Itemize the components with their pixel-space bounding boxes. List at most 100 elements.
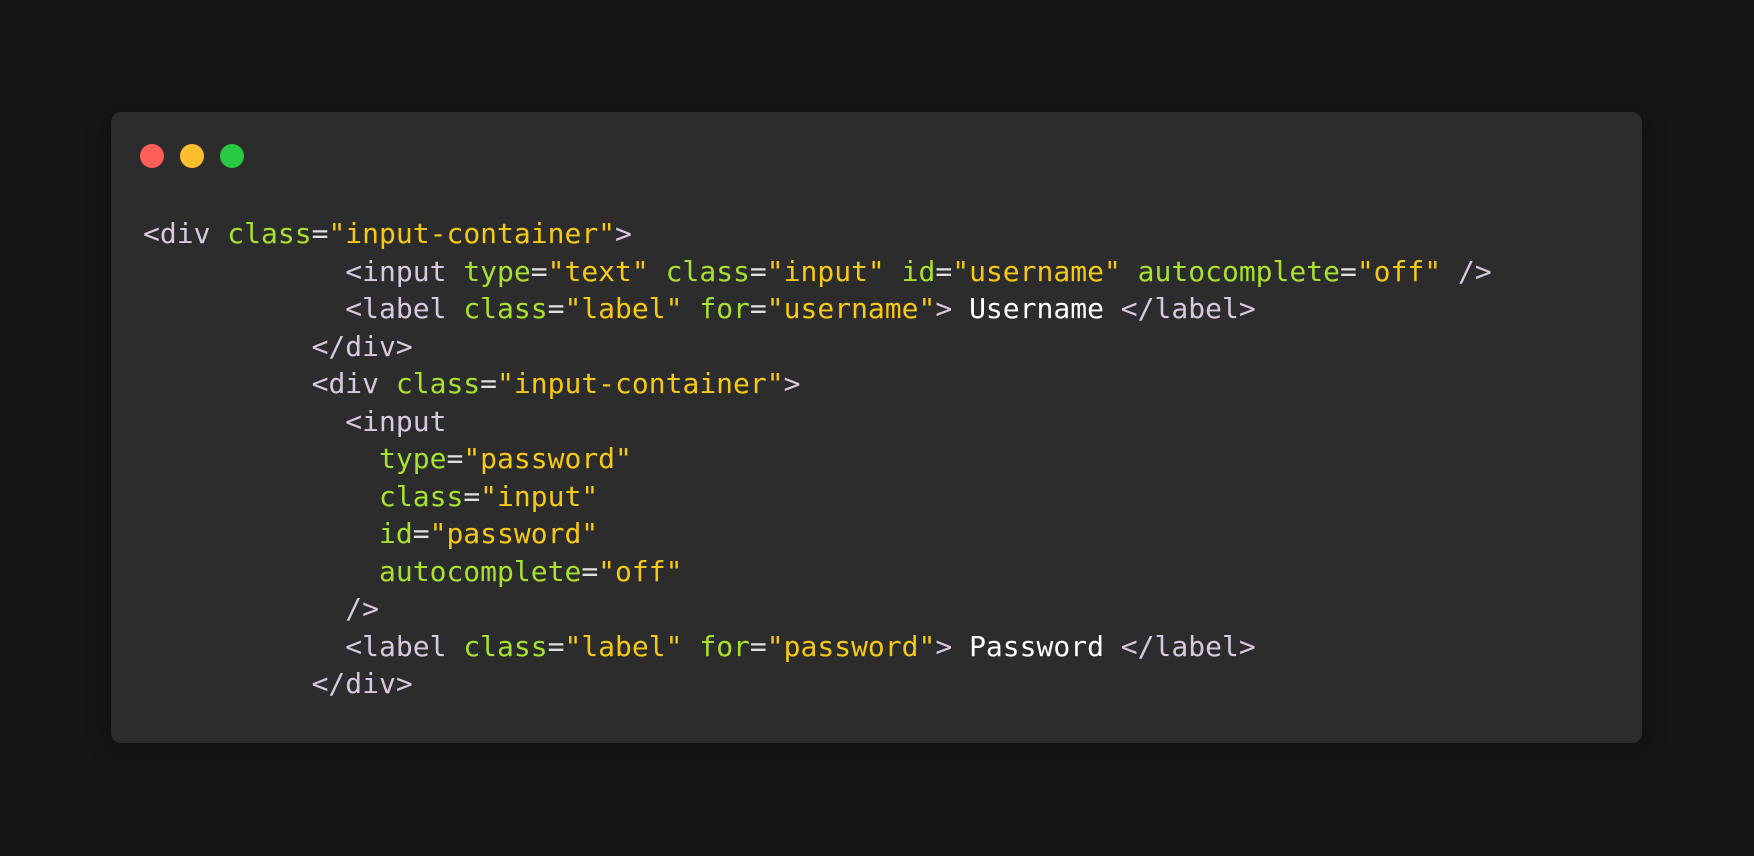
code-punctuation: < [311,367,329,400]
code-attribute: for [699,292,750,325]
code-string: "input" [766,254,885,288]
code-punctuation: </ [1120,629,1155,663]
maximize-button[interactable] [220,144,244,168]
code-punctuation: > [395,667,413,700]
code-tag-name: div [345,667,396,700]
code-string: "off" [1356,254,1442,288]
code-line: <input [143,403,1492,441]
close-button[interactable] [140,144,164,168]
code-tag-name: div [345,329,396,363]
code-punctuation: > [935,629,953,663]
code-punctuation: > [1238,292,1256,325]
code-line: </div> [143,665,1492,703]
code-punctuation: > [1238,629,1256,663]
code-line: <label class="label" for="username"> Use… [143,290,1492,328]
code-text: Password [952,629,1121,663]
code-string: "off" [598,554,683,588]
code-window: <div class="input-container"> <input typ… [111,112,1642,743]
code-tag-name: label [362,292,447,325]
code-punctuation: /> [345,592,380,625]
minimize-button[interactable] [180,144,204,168]
code-attribute: for [699,629,750,663]
code-equals: = [581,554,599,588]
code-punctuation: > [783,367,801,400]
code-equals: = [446,442,464,475]
code-attribute: class [463,292,548,325]
code-line: <label class="label" for="password"> Pas… [143,628,1492,666]
code-tag-name: input [362,254,447,288]
code-line: <div class="input-container"> [143,365,1492,403]
code-line: <input type="text" class="input" id="use… [143,253,1492,291]
code-string: "input-container" [328,217,616,250]
code-attribute: id [379,517,413,550]
code-string: "username" [952,254,1121,288]
code-tag-name: div [159,217,211,250]
code-equals: = [749,292,767,325]
code-punctuation: </ [1120,292,1155,325]
code-string: "input" [480,479,599,513]
code-equals: = [547,629,565,663]
code-punctuation: </ [311,329,346,363]
code-attribute: class [227,217,312,250]
code-equals: = [311,217,329,250]
code-equals: = [547,292,565,325]
code-punctuation: /> [1457,254,1492,288]
code-string: "label" [564,629,683,663]
code-tag-name: label [1154,629,1239,663]
code-line: <div class="input-container"> [143,215,1492,253]
code-equals: = [530,254,548,288]
code-attribute: class [395,367,481,400]
code-string: "text" [547,254,649,288]
code-line: /> [143,590,1492,628]
code-equals: = [1339,254,1357,288]
code-attribute: type [463,254,531,288]
code-line: class="input" [143,478,1492,516]
code-string: "label" [564,292,683,325]
code-tag-name: label [1154,292,1239,325]
code-punctuation: > [395,329,413,363]
code-line: autocomplete="off" [143,553,1492,591]
code-punctuation: < [345,629,363,663]
code-punctuation: </ [311,667,346,700]
code-tag-name: input [362,404,447,438]
code-string: "input-container" [497,367,784,400]
code-line: type="password" [143,440,1492,478]
code-equals: = [412,517,430,550]
code-equals: = [749,629,767,663]
code-line: id="password" [143,515,1492,553]
code-punctuation: > [935,292,953,325]
code-block: <div class="input-container"> <input typ… [143,215,1492,703]
code-attribute: autocomplete [379,554,582,588]
code-punctuation: > [615,217,632,250]
code-tag-name: div [328,367,380,400]
code-equals: = [749,254,767,288]
code-equals: = [463,479,481,513]
code-punctuation: < [345,292,363,325]
code-string: "password" [463,442,632,475]
code-string: "password" [429,517,599,550]
code-attribute: class [665,254,750,288]
code-punctuation: < [345,254,363,288]
code-punctuation: < [345,404,363,438]
code-string: "username" [766,292,936,325]
code-attribute: type [379,442,447,475]
code-text: Username [952,292,1121,325]
